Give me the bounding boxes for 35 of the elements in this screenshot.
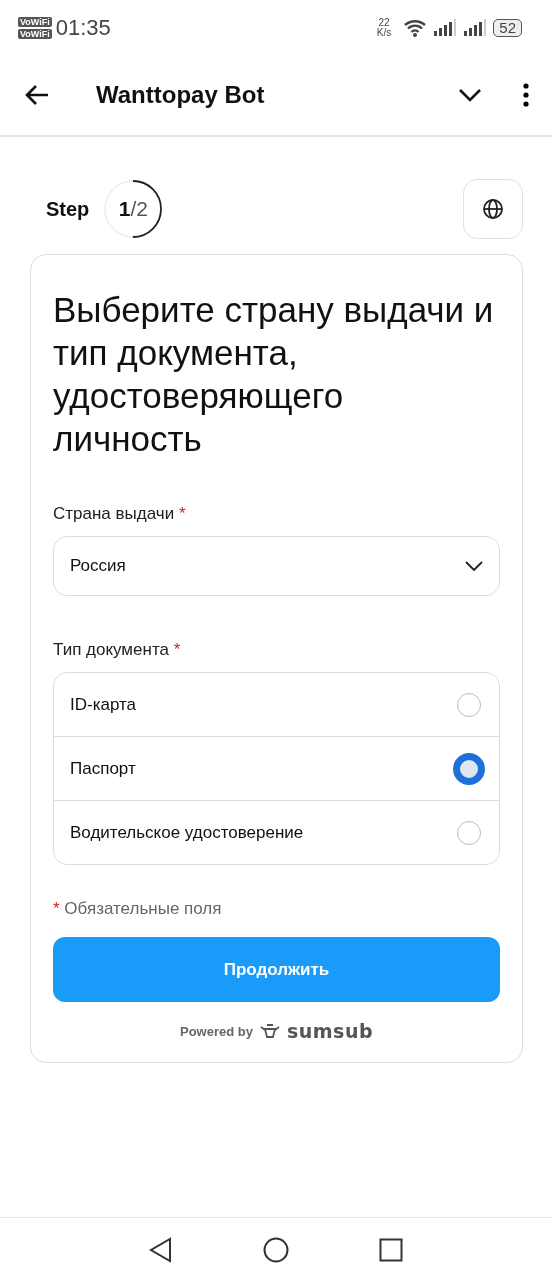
document-option[interactable]: Водительское удостоверение <box>54 800 499 864</box>
back-triangle-icon[interactable] <box>149 1236 173 1263</box>
step-counter: 1/2 <box>118 197 148 221</box>
field-label: Тип документа * <box>53 640 182 660</box>
more-menu-icon[interactable] <box>522 83 530 107</box>
required-fields-note: * Обязательные поля <box>53 899 223 919</box>
network-speed: 22 K/s <box>376 17 392 38</box>
brand-name: sumsub <box>286 1020 373 1042</box>
field-label: Страна выдачи * <box>53 504 187 524</box>
globe-icon <box>482 198 504 220</box>
sim-label: VoWiFi <box>18 28 52 39</box>
document-option[interactable]: Паспорт <box>54 736 499 800</box>
step-progress-ring <box>103 179 164 239</box>
option-label: ID-карта <box>70 694 137 715</box>
radio-button[interactable] <box>453 752 485 785</box>
chevron-down-icon[interactable] <box>458 88 482 102</box>
option-label: Водительское удостоверение <box>70 822 304 843</box>
home-circle-icon[interactable] <box>263 1236 289 1263</box>
powered-by-label: Powered by <box>179 1023 253 1039</box>
option-label: Паспорт <box>70 758 136 779</box>
recents-square-icon[interactable] <box>379 1237 403 1262</box>
language-button[interactable] <box>463 179 523 239</box>
card-heading: Выберите страну выдачи и тип документа, удостоверяющего личность <box>53 289 495 460</box>
sim-label: VoWiFi <box>18 16 52 27</box>
document-option[interactable]: ID-карта <box>54 673 499 736</box>
wifi-icon <box>403 18 428 37</box>
signal-icon <box>433 18 458 37</box>
clock-time: 01:35 <box>55 14 111 41</box>
step-label: Step <box>46 197 90 221</box>
signal-icon <box>463 18 488 37</box>
chevron-down-icon <box>465 561 483 571</box>
country-select[interactable]: Россия <box>53 536 500 596</box>
chat-title: Wanttopay Bot <box>96 81 266 109</box>
back-arrow-icon[interactable] <box>24 83 50 107</box>
battery-level: 52 <box>493 18 522 37</box>
